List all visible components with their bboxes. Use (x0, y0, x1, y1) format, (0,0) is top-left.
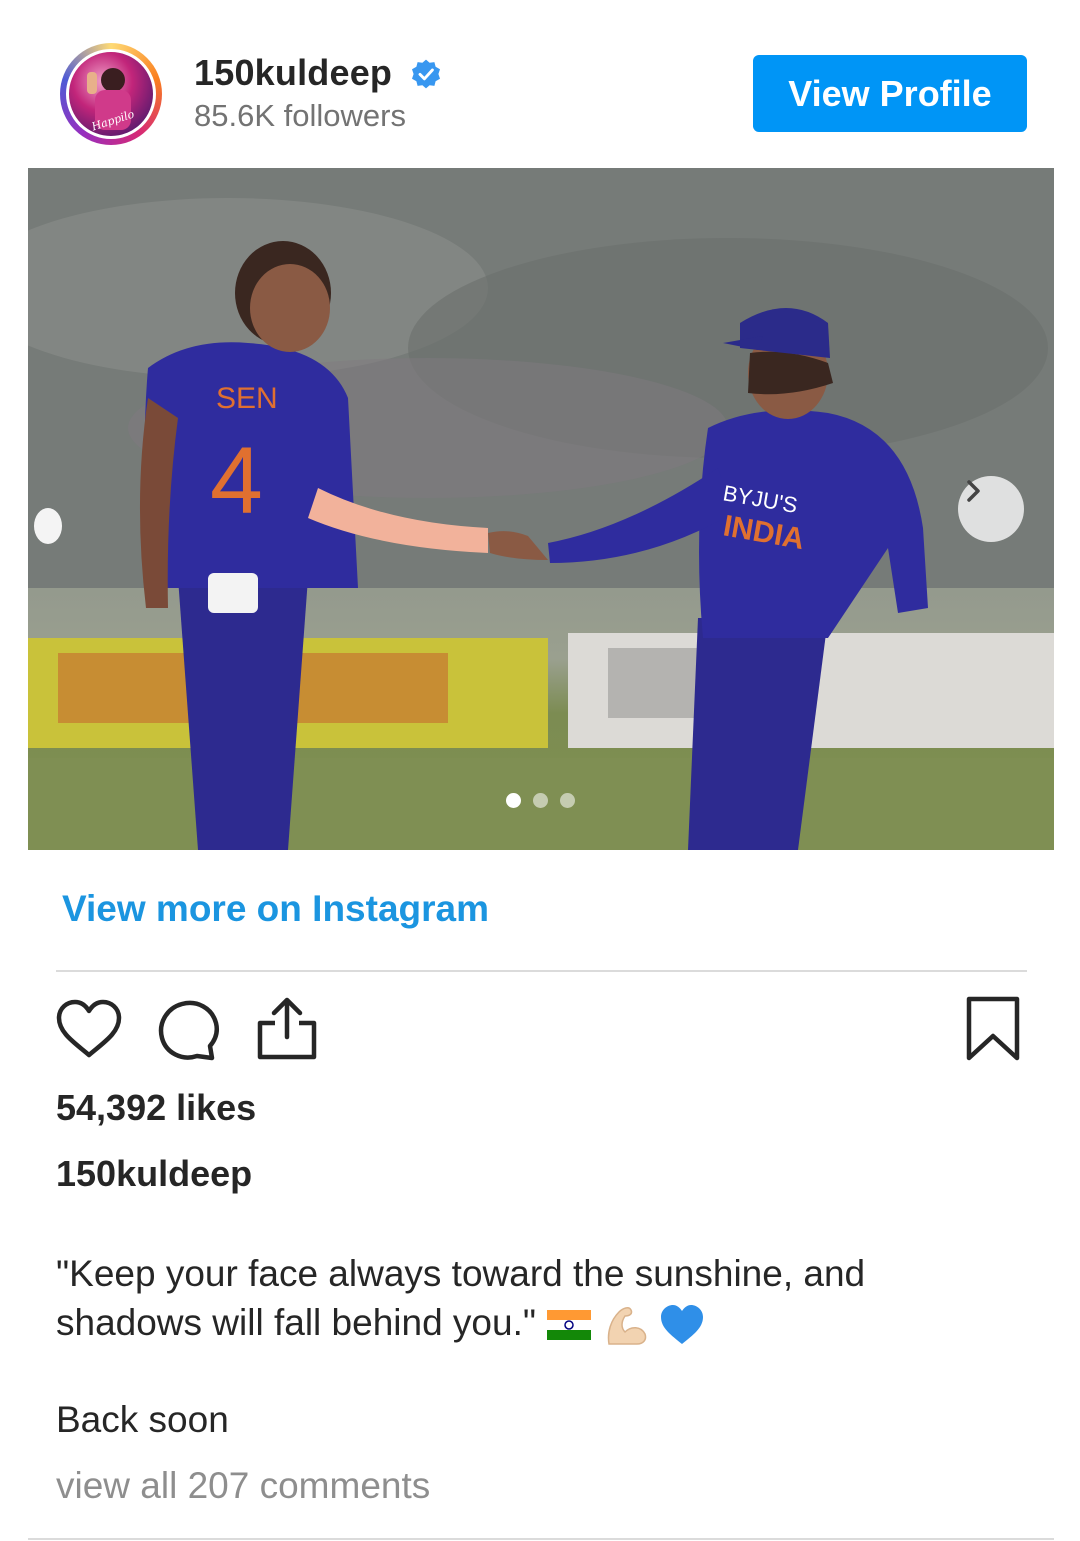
avatar-image: Happilo (66, 49, 156, 139)
post-image-illustration: SEN 4 BYJU'S INDIA (28, 168, 1054, 850)
carousel-dot (560, 793, 575, 808)
post-image[interactable]: SEN 4 BYJU'S INDIA (28, 168, 1054, 850)
jersey-name: SEN (216, 382, 278, 415)
flexed-biceps-icon (607, 1307, 646, 1345)
flag-india-icon (547, 1310, 592, 1341)
caption-text-block: "Keep your face always toward the sunshi… (56, 1249, 956, 1347)
bookmark-icon[interactable] (964, 996, 1022, 1062)
post-header: Happilo 150kuldeep 85.6K followers View … (0, 0, 1080, 160)
heart-icon[interactable] (55, 999, 123, 1059)
view-more-on-instagram-link[interactable]: View more on Instagram (62, 888, 489, 930)
previous-slide-indicator (34, 508, 62, 544)
carousel-dot (506, 793, 521, 808)
blue-heart-icon (660, 1305, 703, 1345)
carousel-dot (533, 793, 548, 808)
verified-badge-icon (412, 59, 440, 89)
next-slide-button[interactable] (958, 476, 1024, 542)
profile-username[interactable]: 150kuldeep (194, 52, 392, 94)
followers-count: 85.6K followers (194, 98, 406, 133)
avatar[interactable]: Happilo (60, 43, 162, 145)
caption-username[interactable]: 150kuldeep (56, 1153, 252, 1195)
comment-icon[interactable] (155, 999, 221, 1061)
jersey-number: 4 (210, 428, 263, 534)
carousel-pager (506, 793, 575, 808)
likes-count[interactable]: 54,392 likes (56, 1087, 256, 1129)
divider (28, 1538, 1054, 1540)
view-comments-link[interactable]: view all 207 comments (56, 1465, 430, 1507)
caption-text: "Keep your face always toward the sunshi… (56, 1253, 866, 1343)
chevron-right-icon (967, 480, 980, 502)
view-profile-button[interactable]: View Profile (753, 55, 1027, 132)
share-icon[interactable] (255, 995, 319, 1061)
divider (56, 970, 1027, 972)
caption-line-2: Back soon (56, 1399, 229, 1440)
